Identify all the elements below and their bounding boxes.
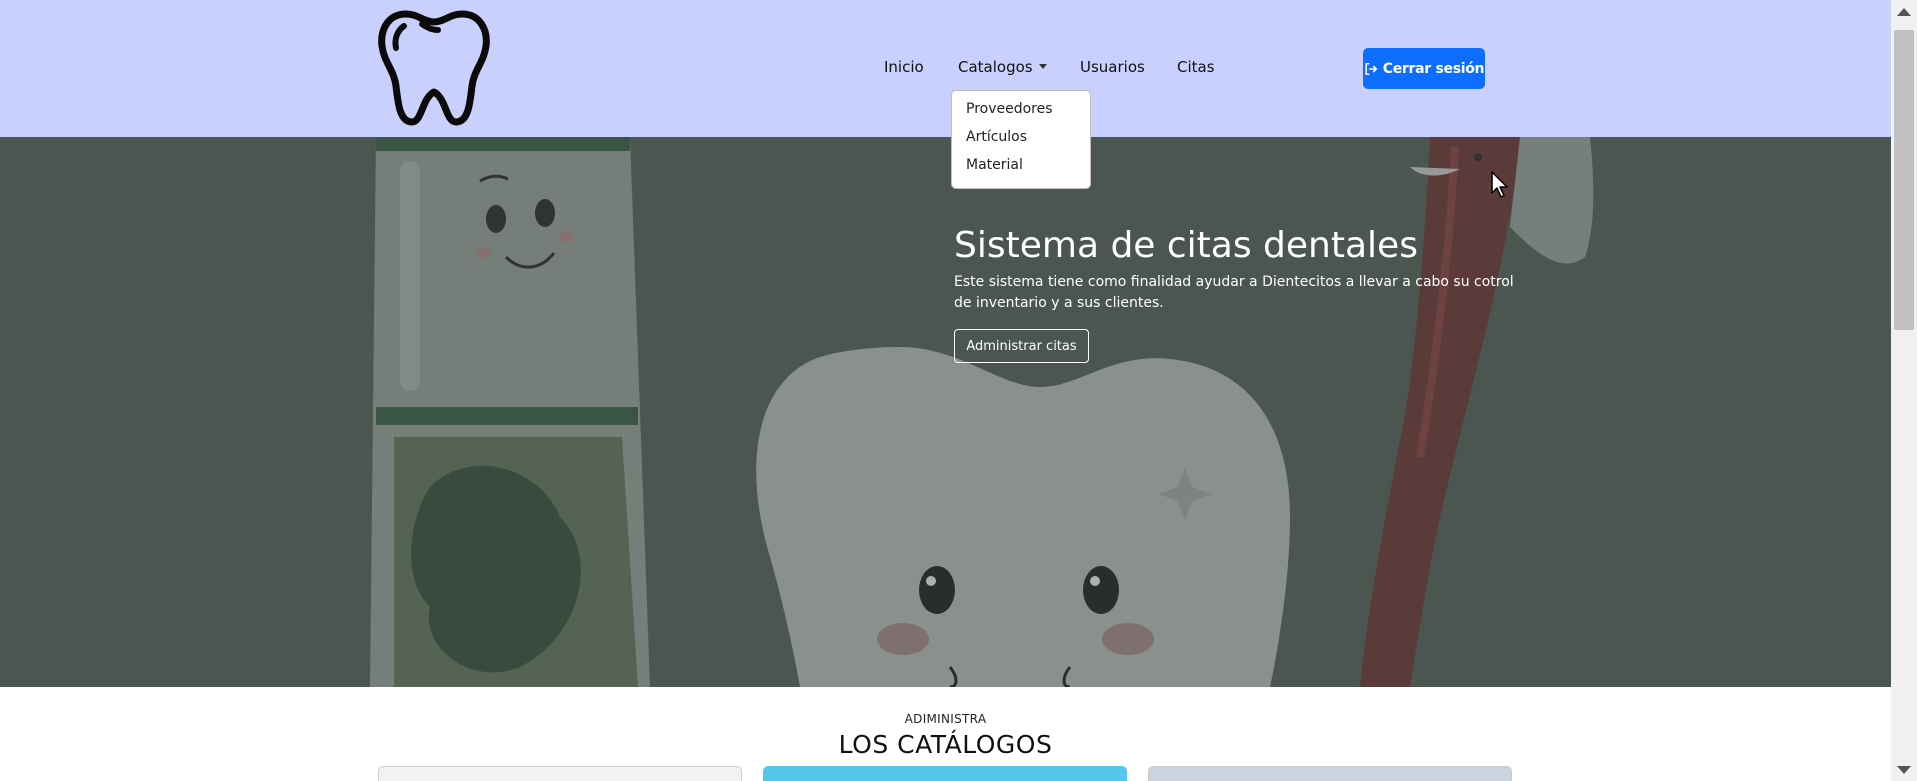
dropdown-item-articulos[interactable]: Artículos: [952, 128, 1090, 156]
dropdown-item-proveedores[interactable]: Proveedores: [952, 100, 1090, 128]
mouse-cursor-icon: [1491, 171, 1508, 198]
catalogos-dropdown-menu: Proveedores Artículos Material: [951, 90, 1091, 189]
chevron-down-icon: [1038, 64, 1047, 69]
logout-button[interactable]: Cerrar sesión: [1363, 48, 1485, 89]
logout-button-label: Cerrar sesión: [1382, 60, 1485, 77]
nav-link-inicio[interactable]: Inicio: [884, 58, 924, 76]
tooth-icon[interactable]: [376, 8, 492, 128]
nav-link-catalogos[interactable]: Catalogos: [958, 58, 1047, 76]
hero-title: Sistema de citas dentales: [954, 225, 1418, 266]
nav-link-citas[interactable]: Citas: [1177, 58, 1215, 76]
scroll-up-arrow-icon[interactable]: [1897, 8, 1911, 16]
manage-appointments-button[interactable]: Administrar citas: [954, 329, 1089, 363]
nav-link-usuarios[interactable]: Usuarios: [1080, 58, 1145, 76]
sign-out-icon: [1365, 62, 1378, 75]
section-title: LOS CATÁLOGOS: [838, 730, 1053, 759]
scroll-down-arrow-icon[interactable]: [1897, 766, 1911, 774]
hero-banner: Sistema de citas dentales Este sistema t…: [0, 137, 1891, 687]
scrollbar-thumb[interactable]: [1894, 30, 1914, 330]
section-label: ADIMINISTRA: [904, 712, 987, 726]
hero-overlay: [0, 137, 1891, 687]
nav-link-catalogos-label: Catalogos: [958, 58, 1033, 76]
dropdown-item-material[interactable]: Material: [952, 156, 1090, 184]
hero-description: Este sistema tiene como finalidad ayudar…: [954, 274, 1514, 311]
catalog-card[interactable]: [1148, 766, 1512, 781]
catalog-card[interactable]: [763, 766, 1127, 781]
catalog-card[interactable]: [378, 766, 742, 781]
navbar: Inicio Catalogos Usuarios Citas Cerrar s…: [0, 0, 1891, 137]
